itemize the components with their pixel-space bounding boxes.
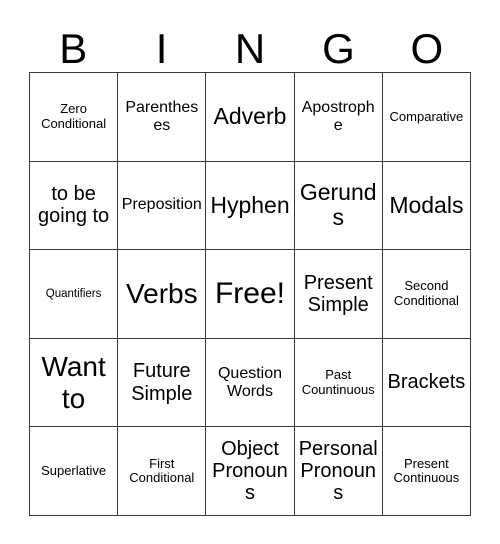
bingo-cell-label: First Conditional — [129, 455, 195, 486]
bingo-cell[interactable]: Second Conditional — [382, 250, 471, 339]
bingo-cell-label: Gerunds — [299, 178, 377, 231]
bingo-cell-label: Hyphen — [210, 191, 290, 218]
bingo-cell-label: Personal Pronouns — [298, 437, 378, 505]
bingo-cell-label: Quantifiers — [45, 287, 102, 300]
bingo-cell[interactable]: Hyphen — [206, 161, 295, 251]
bingo-cell-label: Want to — [41, 351, 106, 414]
bingo-cell-label: Brackets — [387, 371, 466, 394]
bingo-cell-label: Superlative — [41, 462, 107, 478]
bingo-cell-label: Apostrophe — [301, 98, 375, 134]
bingo-card: B I N G O Zero Conditional Parentheses Adv… — [0, 0, 500, 544]
bingo-grid: Zero Conditional Parentheses Adverb Apostro… — [29, 72, 471, 516]
bingo-cell[interactable]: Zero Conditional — [30, 73, 119, 162]
bingo-header-row: B I N G O — [29, 18, 471, 72]
bingo-cell-label: Object Pronouns — [212, 437, 288, 505]
bingo-cell[interactable]: Object Pronouns — [206, 427, 295, 516]
bingo-cell[interactable]: Comparative — [382, 73, 471, 162]
bingo-header-letter-b: B — [59, 25, 88, 72]
bingo-cell-free[interactable]: Free! — [206, 250, 295, 339]
bingo-cell[interactable]: Quantifiers — [30, 250, 119, 339]
bingo-cell-label: Parentheses — [125, 98, 199, 134]
bingo-cell-label: Question Words — [217, 364, 283, 400]
bingo-cell-label: Free! — [214, 277, 285, 311]
bingo-cell[interactable]: Past Countinuous — [294, 338, 383, 428]
bingo-cell[interactable]: Future Simple — [118, 338, 207, 428]
bingo-cell[interactable]: Verbs — [118, 250, 207, 339]
bingo-cell[interactable]: Parentheses — [118, 73, 207, 162]
bingo-cell[interactable]: Adverb — [206, 73, 295, 162]
bingo-cell-label: to be going to — [38, 183, 110, 228]
bingo-header-letter-n: N — [234, 25, 266, 72]
bingo-cell[interactable]: Gerunds — [294, 161, 383, 251]
bingo-cell-label: Past Countinuous — [301, 367, 375, 397]
bingo-cell[interactable]: First Conditional — [118, 427, 207, 516]
bingo-cell-label: Future Simple — [131, 360, 193, 405]
bingo-cell-label: Verbs — [125, 278, 198, 310]
bingo-cell-label: Preposition — [121, 196, 202, 214]
bingo-cell[interactable]: Superlative — [30, 427, 119, 516]
bingo-cell[interactable]: Personal Pronouns — [294, 427, 383, 516]
bingo-cell-label: Adverb — [213, 102, 287, 129]
bingo-cell-label: Modals — [389, 191, 464, 218]
bingo-cell[interactable]: Present Simple — [294, 250, 383, 339]
bingo-cell[interactable]: Question Words — [206, 338, 295, 428]
bingo-cell-label: Second Conditional — [393, 278, 459, 308]
bingo-cell[interactable]: Want to — [30, 338, 119, 428]
bingo-header-letter-i: I — [155, 25, 168, 72]
bingo-cell-label: Comparative — [389, 108, 464, 124]
bingo-cell[interactable]: to be going to — [30, 161, 119, 251]
bingo-cell-label: Zero Conditional — [41, 101, 107, 131]
bingo-header-letter-g: G — [322, 25, 355, 72]
bingo-cell[interactable]: Apostrophe — [294, 73, 383, 162]
bingo-cell-label: Present Simple — [303, 271, 373, 316]
bingo-cell[interactable]: Present Continuous — [382, 427, 471, 516]
bingo-cell-label: Present Continuous — [393, 455, 460, 486]
bingo-cell[interactable]: Preposition — [118, 161, 207, 251]
bingo-header-letter-o: O — [410, 25, 444, 72]
bingo-cell[interactable]: Brackets — [382, 338, 471, 428]
bingo-cell[interactable]: Modals — [382, 161, 471, 251]
